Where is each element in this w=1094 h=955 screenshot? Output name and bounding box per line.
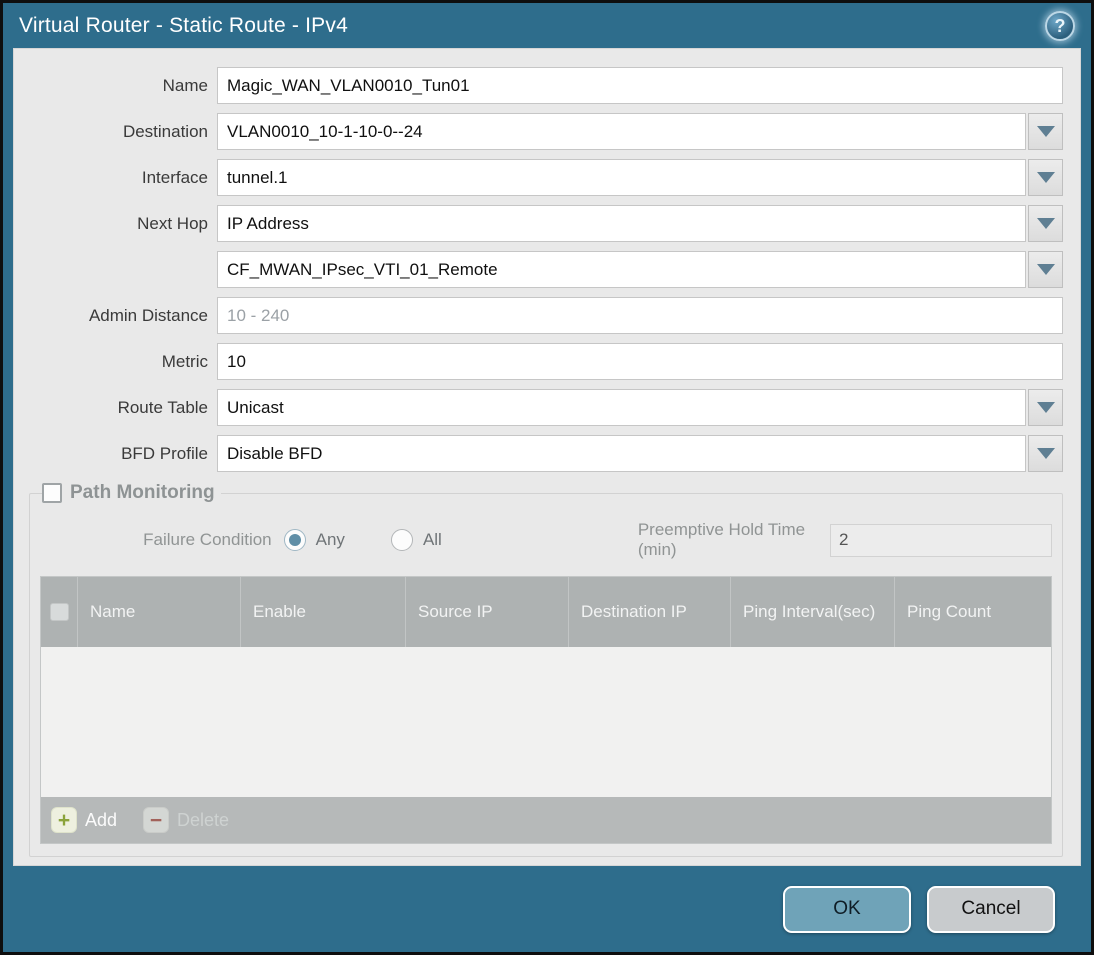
add-button[interactable]: + Add xyxy=(51,807,117,833)
route-table-dropdown-button[interactable] xyxy=(1028,389,1063,426)
interface-dropdown-button[interactable] xyxy=(1028,159,1063,196)
delete-button: − Delete xyxy=(143,807,229,833)
destination-dropdown-button[interactable] xyxy=(1028,113,1063,150)
bfd-profile-label: BFD Profile xyxy=(121,443,208,463)
ok-button[interactable]: OK xyxy=(783,885,911,933)
admin-distance-input[interactable] xyxy=(217,297,1063,334)
form-row-metric: Metric xyxy=(27,343,1063,380)
dialog-footer: OK Cancel xyxy=(3,866,1091,952)
column-header-ping-count: Ping Count xyxy=(894,577,1051,647)
destination-input[interactable] xyxy=(217,113,1026,150)
failure-any-radio[interactable] xyxy=(283,529,306,551)
column-header-ping-interval: Ping Interval(sec) xyxy=(730,577,894,647)
chevron-down-icon xyxy=(1036,172,1055,183)
bfd-profile-dropdown-button[interactable] xyxy=(1028,435,1063,472)
next-hop-address-dropdown-button[interactable] xyxy=(1028,251,1063,288)
delete-button-label: Delete xyxy=(177,809,230,830)
chevron-down-icon xyxy=(1036,402,1055,413)
failure-any-label: Any xyxy=(315,530,345,549)
form-panel: Name Destination Interface xyxy=(13,48,1081,866)
next-hop-label: Next Hop xyxy=(137,213,208,233)
preemptive-hold-time-input[interactable] xyxy=(830,523,1052,557)
cancel-button[interactable]: Cancel xyxy=(927,885,1055,933)
failure-condition-row: Failure Condition Any All Preemptive Hol… xyxy=(40,520,1052,560)
table-toolbar: + Add − Delete xyxy=(41,797,1051,843)
route-table-label: Route Table xyxy=(117,397,208,417)
next-hop-address-input[interactable] xyxy=(217,251,1026,288)
interface-input[interactable] xyxy=(217,159,1026,196)
table-body-empty xyxy=(41,647,1051,797)
path-monitoring-legend: Path Monitoring xyxy=(42,482,221,504)
metric-label: Metric xyxy=(161,351,208,371)
select-all-checkbox xyxy=(49,603,69,621)
next-hop-type-input[interactable] xyxy=(217,205,1026,242)
help-icon[interactable]: ? xyxy=(1045,11,1075,41)
chevron-down-icon xyxy=(1036,264,1055,275)
next-hop-dropdown-button[interactable] xyxy=(1028,205,1063,242)
path-monitoring-title: Path Monitoring xyxy=(70,482,215,503)
metric-input[interactable] xyxy=(217,343,1063,380)
form-row-bfd-profile: BFD Profile xyxy=(27,435,1063,472)
admin-distance-label: Admin Distance xyxy=(88,305,208,325)
form-row-admin-distance: Admin Distance xyxy=(27,297,1063,334)
interface-label: Interface xyxy=(141,167,208,187)
column-header-name: Name xyxy=(77,577,240,647)
path-monitoring-section: Path Monitoring Failure Condition Any Al… xyxy=(29,482,1063,857)
add-button-label: Add xyxy=(85,809,118,830)
static-route-dialog: Virtual Router - Static Route - IPv4 ? N… xyxy=(0,0,1094,955)
column-header-enable: Enable xyxy=(240,577,405,647)
form-row-name: Name xyxy=(27,67,1063,104)
preemptive-hold-time-label: Preemptive Hold Time (min) xyxy=(637,520,806,559)
chevron-down-icon xyxy=(1036,218,1055,229)
route-table-input[interactable] xyxy=(217,389,1026,426)
plus-icon: + xyxy=(51,807,77,833)
column-header-destination-ip: Destination IP xyxy=(568,577,730,647)
dialog-titlebar: Virtual Router - Static Route - IPv4 ? xyxy=(3,3,1091,48)
name-input[interactable] xyxy=(217,67,1063,104)
form-row-next-hop-address xyxy=(27,251,1063,288)
table-header: Name Enable Source IP Destination IP Pin… xyxy=(41,577,1051,647)
failure-condition-label: Failure Condition xyxy=(143,530,272,549)
failure-all-radio[interactable] xyxy=(390,529,413,551)
radio-dot xyxy=(288,534,301,546)
column-header-source-ip: Source IP xyxy=(405,577,568,647)
form-row-route-table: Route Table xyxy=(27,389,1063,426)
chevron-down-icon xyxy=(1036,448,1055,459)
chevron-down-icon xyxy=(1036,126,1055,137)
destination-label: Destination xyxy=(122,121,208,141)
select-all-cell xyxy=(41,577,77,647)
path-monitoring-table: Name Enable Source IP Destination IP Pin… xyxy=(40,576,1052,844)
path-monitoring-checkbox[interactable] xyxy=(42,483,62,503)
name-label: Name xyxy=(162,75,208,95)
dialog-title: Virtual Router - Static Route - IPv4 xyxy=(19,13,348,37)
failure-all-label: All xyxy=(422,530,442,549)
form-row-destination: Destination xyxy=(27,113,1063,150)
form-row-interface: Interface xyxy=(27,159,1063,196)
bfd-profile-input[interactable] xyxy=(217,435,1026,472)
radio-dot xyxy=(396,534,408,546)
minus-icon: − xyxy=(143,807,170,833)
form-row-next-hop: Next Hop xyxy=(27,205,1063,242)
